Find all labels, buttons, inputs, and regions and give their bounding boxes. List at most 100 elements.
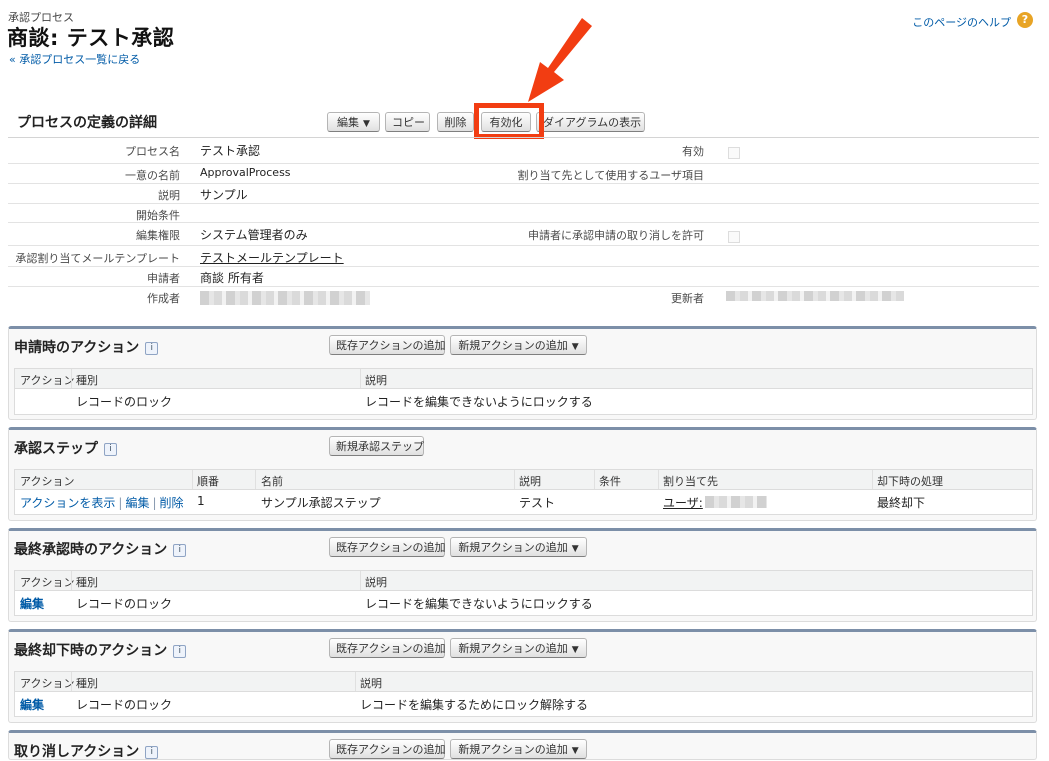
table-header: アクション 種別 説明 (15, 672, 1032, 692)
add-existing-action-button[interactable]: 既存アクションの追加 (329, 638, 445, 658)
info-icon[interactable]: i (173, 544, 187, 557)
action-type: レコードのロック (76, 597, 173, 611)
detail-row-entry-criteria: 開始条件 (8, 204, 1039, 223)
info-icon[interactable]: i (145, 342, 159, 355)
edit-action-link[interactable]: 編集 (20, 595, 44, 612)
active-label: 有効 (682, 145, 704, 158)
step-reject-behavior: 最終却下 (877, 496, 926, 510)
action-description: レコードを編集できないようにロックする (365, 395, 593, 409)
column-divider (71, 369, 72, 388)
col-assignee: 割り当て先 (663, 475, 718, 488)
col-action: アクション (20, 677, 75, 690)
annotation-arrow-icon (528, 18, 592, 102)
column-divider (192, 470, 193, 489)
chevron-down-icon: ▼ (571, 342, 579, 352)
col-order: 順番 (197, 475, 219, 488)
col-type: 種別 (76, 374, 98, 387)
add-new-action-button[interactable]: 新規アクションの追加 ▼ (450, 537, 587, 557)
detail-section-title: プロセスの定義の詳細 (17, 115, 157, 131)
process-name-label: プロセス名 (125, 145, 180, 158)
detail-row-process-name: プロセス名 テスト承認 有効 (8, 137, 1039, 164)
detail-row-edit-permission: 編集権限 システム管理者のみ 申請者に承認申請の取り消しを許可 (8, 223, 1039, 246)
table-header: アクション 順番 名前 説明 条件 割り当て先 却下時の処理 (15, 470, 1032, 490)
column-divider (71, 571, 72, 590)
edit-permission-label: 編集権限 (136, 229, 180, 242)
link-separator: | (152, 496, 157, 510)
modified-by-label: 更新者 (671, 292, 704, 305)
add-existing-action-button[interactable]: 既存アクションの追加 (329, 537, 445, 557)
edit-button-label: 編集 (337, 116, 360, 129)
description-value: サンプル (200, 188, 248, 202)
help-link[interactable]: このページのヘルプ (912, 14, 1011, 30)
email-template-link[interactable]: テストメールテンプレート (200, 249, 344, 266)
active-checkbox (728, 147, 740, 159)
detail-row-unique-name: 一意の名前 ApprovalProcess 割り当て先として使用するユーザ項目 (8, 163, 1039, 184)
delete-step-link[interactable]: 削除 (160, 496, 184, 510)
copy-button[interactable]: コピー (385, 112, 430, 132)
edit-action-link[interactable]: 編集 (20, 696, 44, 713)
created-by-label: 作成者 (147, 292, 180, 305)
submitter-label: 申請者 (147, 272, 180, 285)
info-icon[interactable]: i (173, 645, 187, 658)
final-approval-actions-panel: 最終承認時のアクション i 既存アクションの追加 新規アクションの追加 ▼ アクショ… (8, 528, 1037, 622)
col-action: アクション (20, 576, 75, 589)
new-approval-step-button[interactable]: 新規承認ステップ (329, 436, 424, 456)
show-diagram-button[interactable]: ダイアグラムの表示 (536, 112, 645, 132)
add-new-action-label: 新規アクションの追加 (458, 743, 568, 756)
submit-actions-panel: 申請時のアクション i 既存アクションの追加 新規アクションの追加 ▼ アクション … (8, 326, 1037, 420)
action-type: レコードのロック (76, 698, 173, 712)
final-approval-title: 最終承認時のアクション i (14, 539, 187, 559)
chevron-down-icon: ▼ (571, 645, 579, 655)
add-new-action-label: 新規アクションの追加 (458, 642, 568, 655)
chevron-down-icon: ▼ (571, 544, 579, 554)
column-divider (658, 470, 659, 489)
step-action-links: アクションを表示 | 編集 | 削除 (20, 494, 184, 511)
add-new-action-button[interactable]: 新規アクションの追加 ▼ (450, 638, 587, 658)
back-to-list-link[interactable]: « 承認プロセス一覧に戻る (9, 51, 140, 67)
redacted-assignee (705, 496, 767, 508)
column-divider (355, 672, 356, 691)
info-icon[interactable]: i (104, 443, 117, 456)
recall-actions-panel: 取り消しアクション i 既存アクションの追加 新規アクションの追加 ▼ (8, 730, 1037, 760)
redacted-modified-by (726, 291, 904, 301)
action-type: レコードのロック (76, 395, 173, 409)
edit-step-link[interactable]: 編集 (125, 496, 149, 510)
link-separator: | (118, 496, 123, 510)
submit-actions-table: アクション 種別 説明 レコードのロック レコードを編集できないようにロックする (14, 368, 1033, 415)
submitter-value: 商談 所有者 (200, 271, 264, 285)
entry-criteria-label: 開始条件 (136, 209, 180, 222)
detail-row-email-template: 承認割り当てメールテンプレート テストメールテンプレート (8, 246, 1039, 267)
help-icon[interactable]: ? (1017, 12, 1033, 28)
highlight-box (474, 103, 544, 139)
edit-dropdown-button[interactable]: 編集 ▼ (327, 112, 380, 132)
unique-name-value: ApprovalProcess (200, 166, 291, 179)
recall-actions-title: 取り消しアクション i (14, 741, 159, 761)
final-approval-table: アクション 種別 説明 編集 レコードのロック レコードを編集できないようにロッ… (14, 570, 1033, 616)
step-order: 1 (197, 494, 205, 508)
col-description: 説明 (360, 677, 382, 690)
table-header: アクション 種別 説明 (15, 369, 1032, 389)
step-description: テスト (519, 496, 556, 510)
col-type: 種別 (76, 677, 98, 690)
add-new-action-button[interactable]: 新規アクションの追加 ▼ (450, 739, 587, 759)
final-rejection-title: 最終却下時のアクション i (14, 640, 187, 660)
email-template-label: 承認割り当てメールテンプレート (15, 252, 180, 265)
assignee-field-label: 割り当て先として使用するユーザ項目 (517, 169, 704, 182)
add-new-action-button[interactable]: 新規アクションの追加 ▼ (450, 335, 587, 355)
final-rejection-actions-panel: 最終却下時のアクション i 既存アクションの追加 新規アクションの追加 ▼ アクショ… (8, 629, 1037, 723)
col-description: 説明 (365, 576, 387, 589)
col-description: 説明 (519, 475, 541, 488)
add-existing-action-button[interactable]: 既存アクションの追加 (329, 739, 445, 759)
col-description: 説明 (365, 374, 387, 387)
add-new-action-label: 新規アクションの追加 (458, 541, 568, 554)
table-header: アクション 種別 説明 (15, 571, 1032, 591)
detail-row-description: 説明 サンプル (8, 184, 1039, 204)
action-description: レコードを編集するためにロック解除する (360, 698, 589, 712)
page-title: 商談: テスト承認 (7, 26, 175, 50)
add-existing-action-button[interactable]: 既存アクションの追加 (329, 335, 445, 355)
step-assignee-link[interactable]: ユーザ: (663, 494, 703, 511)
show-actions-link[interactable]: アクションを表示 (20, 496, 115, 510)
delete-button[interactable]: 削除 (437, 112, 474, 132)
col-type: 種別 (76, 576, 98, 589)
info-icon[interactable]: i (145, 746, 159, 759)
